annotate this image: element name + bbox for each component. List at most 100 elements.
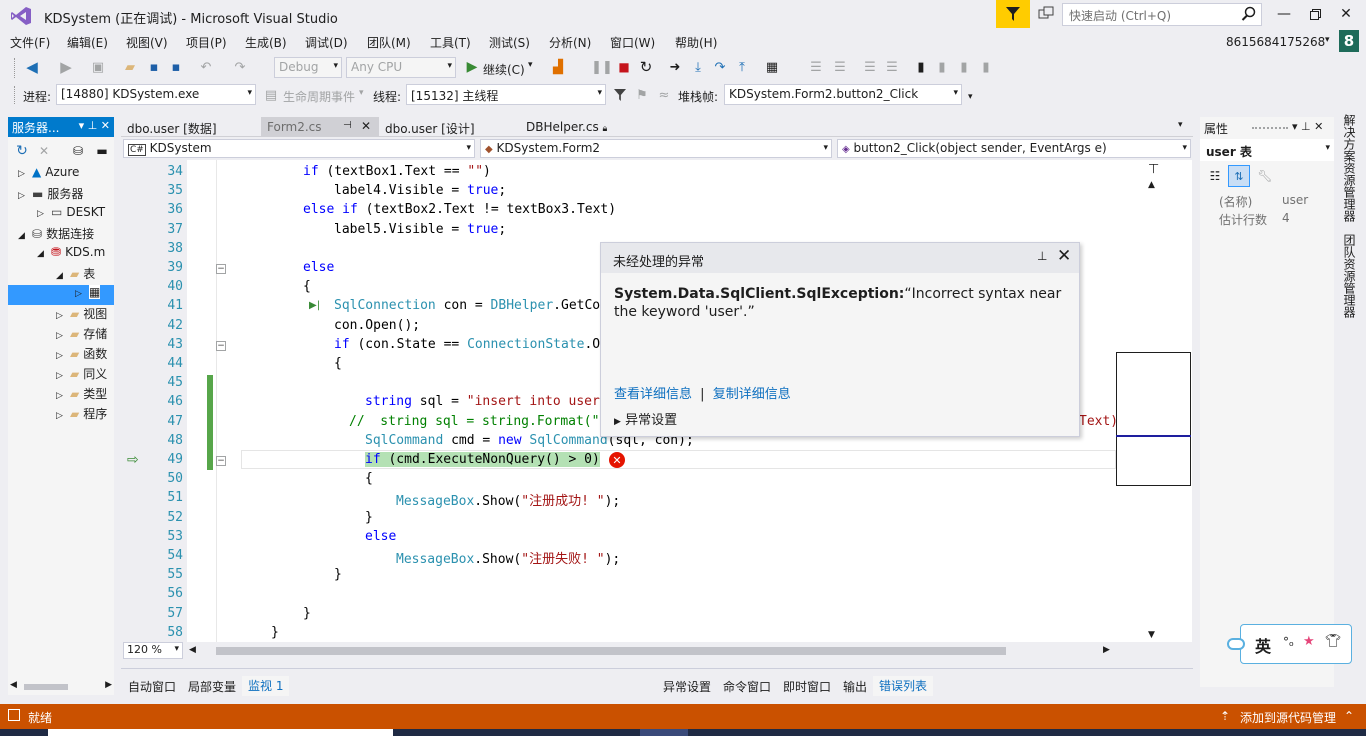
lifecycle-events-button[interactable]: 生命周期事件 bbox=[283, 88, 355, 105]
bookmark-icon[interactable]: ▮ bbox=[913, 59, 929, 75]
code-line[interactable]: SqlConnection con = DBHelper.GetCo bbox=[334, 298, 600, 313]
close-popup-button[interactable]: ✕ bbox=[1057, 246, 1071, 266]
alphabetical-icon[interactable]: ⇅ bbox=[1228, 165, 1250, 187]
break-all-icon[interactable]: ❚❚ bbox=[591, 59, 613, 75]
flag-threads-icon[interactable]: ⚑ bbox=[634, 87, 650, 103]
menu-test[interactable]: 测试(S) bbox=[489, 34, 530, 51]
code-line[interactable]: else bbox=[303, 260, 334, 275]
tree-item[interactable]: ▷ ▲ Azure bbox=[8, 165, 114, 185]
restart-icon[interactable]: ↻ bbox=[638, 58, 654, 76]
code-line[interactable]: } bbox=[271, 625, 279, 640]
expander-icon[interactable]: ▷ bbox=[56, 411, 68, 421]
code-line[interactable]: if (cmd.ExecuteNonQuery() > 0) bbox=[365, 452, 600, 467]
horizontal-scrollbar[interactable]: ◀ ▶ bbox=[8, 678, 114, 695]
tab-dbhelper-cs[interactable]: DBHelper.cs 🔒︎ bbox=[520, 117, 630, 137]
stop-refresh-icon[interactable]: ✕ bbox=[36, 143, 52, 159]
menu-team[interactable]: 团队(M) bbox=[367, 34, 411, 51]
tree-item[interactable]: ▷ ▰ 视图 bbox=[8, 305, 114, 325]
tree-item[interactable]: ▷ ▰ 类型 bbox=[8, 385, 114, 405]
pin-icon[interactable]: ⊣ bbox=[343, 120, 352, 131]
map-viewport[interactable] bbox=[1116, 352, 1191, 486]
collapse-icon[interactable]: − bbox=[216, 340, 226, 351]
continue-dropdown-icon[interactable]: ▾ bbox=[528, 60, 533, 70]
code-line[interactable]: { bbox=[334, 356, 342, 371]
tree-item[interactable]: ▷ ▰ 程序 bbox=[8, 405, 114, 425]
property-row[interactable]: (名称) user bbox=[1206, 193, 1334, 211]
next-bookmark-icon[interactable]: ▮ bbox=[956, 59, 972, 75]
code-line[interactable]: } bbox=[365, 510, 373, 525]
tab-watch-1[interactable]: 监视 1 bbox=[242, 676, 290, 696]
chevron-up-icon[interactable]: ⌃ bbox=[1344, 709, 1354, 723]
uncomment-icon[interactable]: ☰ bbox=[884, 59, 900, 75]
outdent-icon[interactable]: ☰ bbox=[832, 59, 848, 75]
code-line[interactable]: label5.Visible = true; bbox=[334, 222, 506, 237]
hex-display-icon[interactable]: ▦ bbox=[764, 59, 780, 75]
menu-window[interactable]: 窗口(W) bbox=[610, 34, 655, 51]
expander-icon[interactable]: ▷ bbox=[18, 169, 30, 179]
save-all-icon[interactable]: ▪ bbox=[168, 59, 184, 75]
scroll-left-icon[interactable]: ◀ bbox=[189, 645, 196, 655]
tab-immediate-window[interactable]: 即时窗口 bbox=[783, 678, 831, 695]
close-tab-icon[interactable]: ✕ bbox=[361, 119, 371, 133]
code-line[interactable]: } bbox=[303, 606, 311, 621]
property-row[interactable]: 估计行数 4 bbox=[1206, 211, 1334, 229]
tree-item[interactable]: ▷ ▦ bbox=[8, 285, 114, 305]
property-pages-icon[interactable]: 🔧︎ bbox=[1256, 167, 1274, 185]
stop-debugging-icon[interactable]: ■ bbox=[616, 59, 632, 75]
prev-bookmark-icon[interactable]: ▮ bbox=[934, 59, 950, 75]
expander-icon[interactable]: ▷ bbox=[56, 391, 68, 401]
step-into-icon[interactable]: ⤓ bbox=[690, 59, 706, 75]
menu-file[interactable]: 文件(F) bbox=[10, 34, 50, 51]
scroll-up-icon[interactable]: ▲ bbox=[1148, 180, 1155, 190]
taskbar-search[interactable] bbox=[48, 729, 393, 736]
add-to-source-control-button[interactable]: 添加到源代码管理 bbox=[1240, 709, 1336, 726]
restore-button[interactable] bbox=[1303, 4, 1327, 24]
class-dropdown[interactable]: ◆ KDSystem.Form2 ▾ bbox=[480, 139, 832, 158]
expander-icon[interactable]: ▷ bbox=[56, 311, 68, 321]
feedback-icon[interactable] bbox=[1036, 5, 1056, 23]
ime-punct-icon[interactable]: °ₒ bbox=[1283, 635, 1294, 649]
indent-icon[interactable]: ☰ bbox=[808, 59, 824, 75]
expander-icon[interactable]: ▷ bbox=[56, 331, 68, 341]
search-icon[interactable] bbox=[1241, 6, 1257, 22]
code-line[interactable]: string sql = "insert into user bbox=[365, 394, 600, 409]
menu-debug[interactable]: 调试(D) bbox=[305, 34, 348, 51]
undo-icon[interactable]: ↶ bbox=[198, 59, 214, 75]
tree-item[interactable]: ◢ ⛁ 数据连接 bbox=[8, 225, 114, 245]
connect-server-icon[interactable]: ▬ bbox=[94, 143, 110, 159]
ime-handle-icon[interactable] bbox=[1227, 638, 1245, 650]
account-dropdown-icon[interactable]: ▾ bbox=[1325, 35, 1330, 45]
tree-item[interactable]: ◢ ⛃ KDS.m bbox=[8, 245, 114, 265]
minimize-button[interactable]: — bbox=[1272, 4, 1296, 24]
code-line[interactable]: if (textBox1.Text == "") bbox=[303, 164, 491, 179]
collapse-icon[interactable]: − bbox=[216, 456, 226, 466]
view-details-link[interactable]: 查看详细信息 bbox=[614, 387, 692, 402]
split-icon[interactable]: ⊤ bbox=[1148, 162, 1159, 177]
project-dropdown[interactable]: C# KDSystem ▾ bbox=[123, 139, 475, 158]
tab-command-window[interactable]: 命令窗口 bbox=[723, 678, 771, 695]
tab-autos[interactable]: 自动窗口 bbox=[128, 678, 176, 695]
diagnostics-icon[interactable]: ▟ bbox=[550, 59, 566, 75]
zoom-select[interactable]: 120 % ▾ bbox=[123, 642, 183, 659]
code-line[interactable]: MessageBox.Show("注册成功! "); bbox=[396, 490, 620, 509]
tree-item[interactable]: ▷ ▰ 同义 bbox=[8, 365, 114, 385]
tab-error-list[interactable]: 错误列表 bbox=[873, 676, 934, 696]
toolbar-overflow-icon[interactable]: ▾ bbox=[968, 92, 973, 102]
code-line[interactable]: MessageBox.Show("注册失败! "); bbox=[396, 548, 620, 567]
tab-output[interactable]: 输出 bbox=[843, 678, 867, 695]
avatar[interactable]: 8 bbox=[1339, 30, 1359, 52]
tab-locals[interactable]: 局部变量 bbox=[188, 678, 236, 695]
tab-dbo-user-design[interactable]: dbo.user [设计] bbox=[379, 117, 509, 137]
comment-icon[interactable]: ☰ bbox=[862, 59, 878, 75]
ime-skin-icon[interactable]: 👕︎ bbox=[1325, 634, 1342, 649]
continue-button[interactable]: 继续(C) bbox=[483, 61, 525, 78]
connect-database-icon[interactable]: ⛁ bbox=[70, 143, 86, 159]
lifecycle-dropdown-icon[interactable]: ▾ bbox=[359, 88, 364, 98]
tab-form2-cs[interactable]: Form2.cs ⊣ ✕ bbox=[261, 117, 379, 137]
menu-project[interactable]: 项目(P) bbox=[186, 34, 227, 51]
code-line[interactable]: label4.Visible = true; bbox=[334, 183, 506, 198]
property-object-select[interactable]: user 表 ▾ bbox=[1200, 139, 1334, 161]
solution-config-select[interactable]: Debug ▾ bbox=[274, 57, 342, 78]
hscroll-thumb[interactable] bbox=[216, 647, 1006, 655]
continue-icon[interactable]: ▶ bbox=[464, 59, 480, 75]
